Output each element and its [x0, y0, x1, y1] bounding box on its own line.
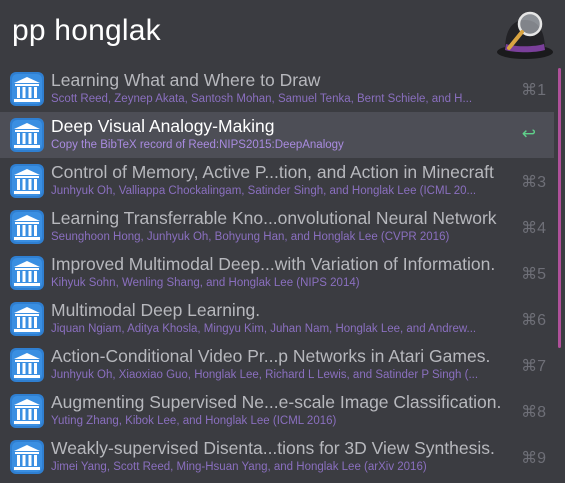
launcher-window: pp honglak Learning What and Where to Dr… — [0, 0, 565, 483]
search-bar[interactable]: pp honglak — [0, 0, 565, 66]
result-subtitle: Seunghoon Hong, Junhyuk Oh, Bohyung Han,… — [51, 231, 450, 243]
scrollbar[interactable] — [558, 68, 561, 348]
enter-icon: ↩ — [521, 124, 536, 143]
result-row-8[interactable]: Augmenting Supervised Ne...e-scale Image… — [0, 388, 554, 434]
result-row-1[interactable]: Learning What and Where to Draw Scott Re… — [0, 66, 554, 112]
library-icon — [10, 394, 44, 428]
result-subtitle: Junhyuk Oh, Xiaoxiao Guo, Honglak Lee, R… — [51, 369, 479, 381]
result-subtitle: Scott Reed, Zeynep Akata, Santosh Mohan,… — [51, 93, 473, 105]
result-row-5[interactable]: Improved Multimodal Deep...with Variatio… — [0, 250, 554, 296]
result-subtitle: Junhyuk Oh, Valliappa Chockalingam, Sati… — [51, 185, 477, 197]
result-row-9[interactable]: Weakly-supervised Disenta...tions for 3D… — [0, 434, 554, 480]
result-title: Augmenting Supervised Ne...e-scale Image… — [51, 392, 502, 412]
search-query[interactable]: pp honglak — [12, 14, 161, 48]
result-shortcut: ⌘3 — [521, 174, 546, 191]
library-icon — [10, 256, 44, 290]
library-icon — [10, 302, 44, 336]
result-subtitle: Jimei Yang, Scott Reed, Ming-Hsuan Yang,… — [51, 461, 427, 473]
result-title: Learning What and Where to Draw — [51, 70, 321, 90]
result-title: Action-Conditional Video Pr...p Networks… — [51, 346, 491, 366]
result-shortcut: ⌘9 — [521, 450, 546, 467]
result-shortcut: ⌘6 — [521, 312, 546, 329]
result-shortcut: ⌘4 — [521, 220, 546, 237]
result-title: Multimodal Deep Learning. — [51, 300, 261, 320]
result-subtitle: Yuting Zhang, Kibok Lee, and Honglak Lee… — [51, 415, 337, 427]
result-title: Weakly-supervised Disenta...tions for 3D… — [51, 438, 495, 458]
library-icon — [10, 72, 44, 106]
library-icon — [10, 348, 44, 382]
alfred-hat-magnifier-icon — [497, 11, 553, 59]
library-icon — [10, 164, 44, 198]
results-list: Learning What and Where to Draw Scott Re… — [0, 66, 565, 480]
result-shortcut: ⌘8 — [521, 404, 546, 421]
library-icon — [10, 118, 44, 152]
result-shortcut: ⌘7 — [521, 358, 546, 375]
result-subtitle: Kihyuk Sohn, Wenling Shang, and Honglak … — [51, 277, 360, 289]
result-subtitle: Copy the BibTeX record of Reed:NIPS2015:… — [51, 139, 344, 151]
result-row-4[interactable]: Learning Transferrable Kno...onvolutiona… — [0, 204, 554, 250]
result-row-2[interactable]: Deep Visual Analogy-Making Copy the BibT… — [0, 112, 554, 158]
library-icon — [10, 210, 44, 244]
result-shortcut: ⌘5 — [521, 266, 546, 283]
result-title: Deep Visual Analogy-Making — [51, 116, 275, 136]
library-icon — [10, 440, 44, 474]
result-row-3[interactable]: Control of Memory, Active P...tion, and … — [0, 158, 554, 204]
result-row-7[interactable]: Action-Conditional Video Pr...p Networks… — [0, 342, 554, 388]
result-title: Improved Multimodal Deep...with Variatio… — [51, 254, 496, 274]
result-row-6[interactable]: Multimodal Deep Learning. Jiquan Ngiam, … — [0, 296, 554, 342]
result-shortcut: ⌘1 — [521, 82, 546, 99]
result-subtitle: Jiquan Ngiam, Aditya Khosla, Mingyu Kim,… — [51, 323, 477, 335]
result-title: Learning Transferrable Kno...onvolutiona… — [51, 208, 497, 228]
result-title: Control of Memory, Active P...tion, and … — [51, 162, 494, 182]
